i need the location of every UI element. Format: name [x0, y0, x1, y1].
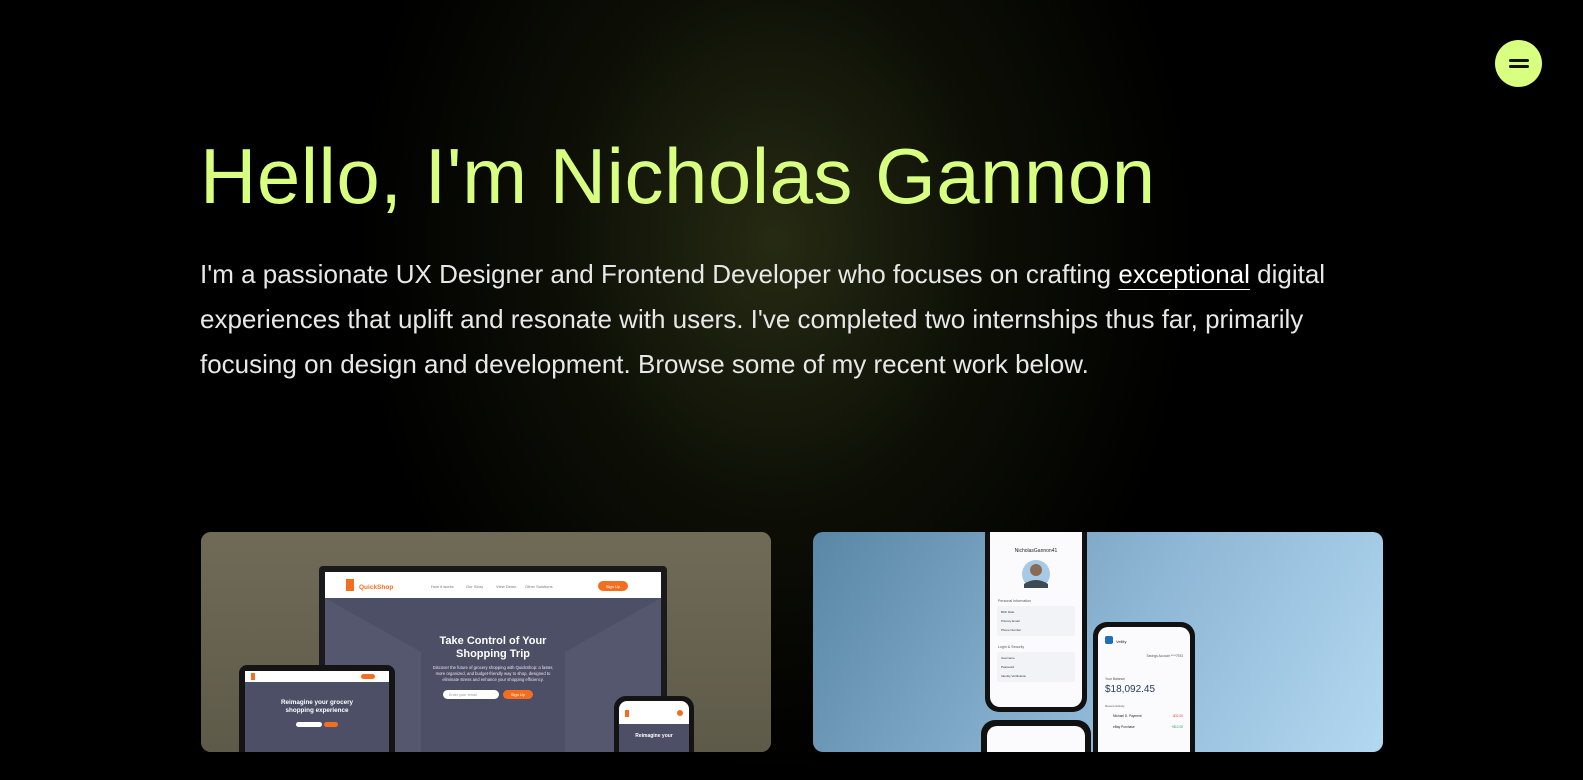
banking-app-mockup-image: NicholasGannon41 Personal Information Bi… — [981, 532, 1195, 752]
hamburger-menu-icon-bar — [1509, 65, 1529, 68]
recent-activity-label: Recent Activity — [1105, 704, 1125, 708]
quickshop-headline-1: Take Control of Your — [440, 635, 548, 647]
security-row: Password — [1001, 665, 1015, 669]
personal-info-heading: Personal Information — [998, 599, 1031, 603]
hamburger-menu-icon — [1509, 59, 1529, 62]
personal-row: Birth Date — [1001, 610, 1015, 614]
nav-item: View Demo — [496, 584, 517, 589]
intro-text: I'm a passionate UX Designer and Fronten… — [200, 252, 1350, 387]
transaction-amount: -$32.00 — [1172, 714, 1183, 718]
security-row: Username — [1001, 656, 1015, 660]
nav-item: Other Solutions — [525, 584, 553, 589]
transaction-name: Michael D. Payment — [1113, 714, 1142, 718]
intro-text-start: I'm a passionate UX Designer and Fronten… — [200, 259, 1119, 289]
quickshop-brand: QuickShop — [359, 584, 393, 591]
security-heading: Login & Security — [998, 645, 1024, 649]
app-name: Vellity — [1116, 639, 1126, 644]
hero-signup-label: Sign Up — [511, 692, 526, 697]
menu-button[interactable] — [1495, 40, 1542, 87]
signup-label: Sign Up — [606, 584, 621, 589]
quickshop-body-2: more organized, and budget-friendly way … — [436, 671, 551, 676]
tablet-headline-1: Reimagine your grocery — [281, 699, 354, 706]
transaction-amount: +$12.00 — [1171, 725, 1183, 729]
quickshop-headline-2: Shopping Trip — [456, 648, 530, 660]
nav-item: How it works — [431, 584, 454, 589]
personal-row: Primary Email — [1001, 619, 1020, 623]
project-card-quickshop[interactable]: QuickShop How it works Our Story View De… — [201, 532, 771, 752]
quickshop-body-1: Discover the future of grocery shopping … — [433, 665, 554, 670]
phone-headline: Reimagine your — [635, 733, 673, 739]
account-label: Savings Account ****7933 — [1146, 654, 1183, 658]
quickshop-body-3: eliminate stress and enhance your shoppi… — [442, 677, 543, 682]
personal-row: Phone Number — [1001, 628, 1021, 632]
tablet-headline-2: shopping experience — [286, 707, 349, 714]
page-title: Hello, I'm Nicholas Gannon — [200, 132, 1156, 220]
profile-username: NicholasGannon41 — [1015, 548, 1058, 554]
project-card-banking-app[interactable]: NicholasGannon41 Personal Information Bi… — [813, 532, 1383, 752]
transaction-name: eBay Purchase — [1113, 725, 1135, 729]
balance-label: Your Balance — [1105, 677, 1125, 681]
balance-amount: $18,092.45 — [1105, 684, 1155, 695]
email-placeholder: Enter your email — [449, 693, 477, 697]
nav-item: Our Story — [466, 584, 483, 589]
security-row: Identity Verification — [1001, 674, 1027, 678]
exceptional-link[interactable]: exceptional — [1118, 259, 1250, 289]
quickshop-mockup-image: QuickShop How it works Our Story View De… — [201, 532, 771, 752]
